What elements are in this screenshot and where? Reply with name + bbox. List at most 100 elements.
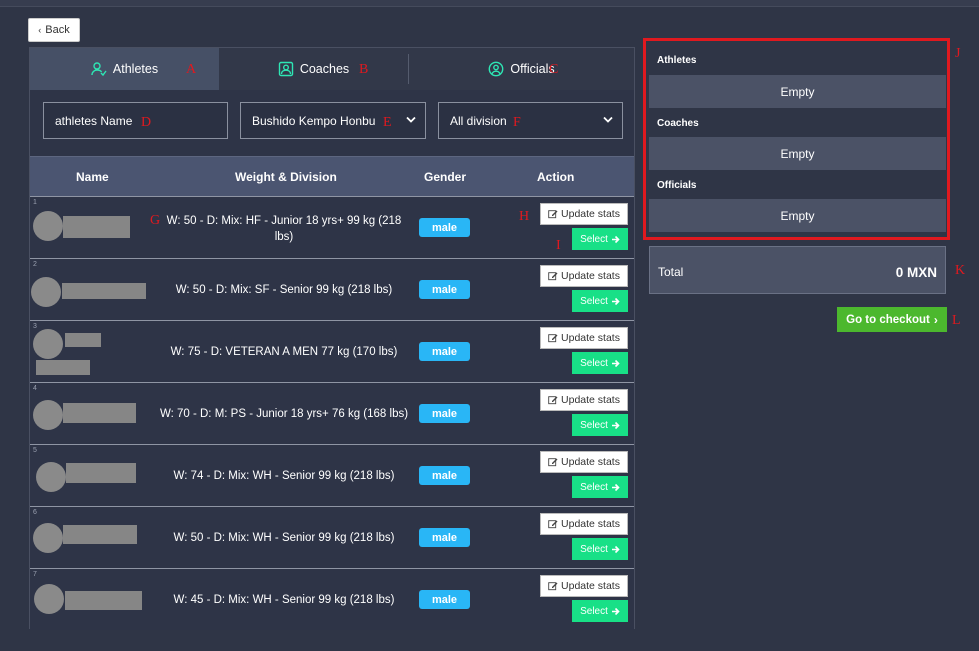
row-number: 3: [33, 323, 37, 330]
top-bar: [0, 0, 979, 7]
select-button[interactable]: Select: [572, 228, 628, 250]
tab-officials[interactable]: Officials: [409, 48, 634, 90]
weight-division-text: W: 75 - D: VETERAN A MEN 77 kg (170 lbs): [170, 346, 398, 358]
weight-division-text: W: 74 - D: Mix: WH - Senior 99 kg (218 l…: [173, 470, 395, 482]
weight-division-text: W: 50 - D: Mix: HF - Junior 18 yrs+ 99 k…: [166, 215, 402, 243]
avatar: [34, 584, 64, 614]
division-select[interactable]: All division: [438, 102, 623, 139]
table-row: 7 W: 45 - D: Mix: WH - Senior 99 kg (218 …: [30, 568, 634, 630]
annotation-g: G: [150, 213, 161, 228]
annotation-l: L: [952, 313, 961, 328]
avatar: [33, 523, 63, 553]
id-badge-icon: [278, 61, 294, 77]
edit-icon: [548, 582, 558, 591]
edit-icon: [548, 520, 558, 529]
participants-panel: Athletes Coaches Officials athletes Name…: [29, 47, 635, 630]
annotation-i: I: [556, 238, 561, 253]
table-row: 6 W: 50 - D: Mix: WH - Senior 99 kg (218 …: [30, 506, 634, 568]
redacted-name: [65, 591, 142, 610]
annotation-a: A: [186, 62, 197, 77]
table-row: 5 W: 74 - D: Mix: WH - Senior 99 kg (218 …: [30, 444, 634, 506]
annotation-d: D: [141, 115, 152, 130]
tab-officials-label: Officials: [510, 62, 555, 76]
select-label: Select: [580, 605, 608, 617]
select-button[interactable]: Select: [572, 290, 628, 312]
chevron-right-icon: ›: [933, 312, 938, 327]
select-label: Select: [580, 295, 608, 307]
table-row: 1 W: 50 - D: Mix: HF - Junior 18 yrs+ 99 …: [30, 196, 634, 258]
table-row: 3 W: 75 - D: VETERAN A MEN 77 kg (170 lbs…: [30, 320, 634, 382]
arrow-right-icon: [611, 297, 620, 305]
redacted-name: [66, 463, 136, 483]
header-action: Action: [537, 170, 575, 184]
header-weight-division: Weight & Division: [235, 170, 337, 184]
chevron-down-icon: [406, 116, 416, 123]
arrow-right-icon: [611, 359, 620, 367]
gender-badge: male: [419, 218, 470, 237]
update-stats-button[interactable]: Update stats: [540, 265, 628, 287]
annotation-j: J: [955, 46, 961, 61]
club-select-value: Bushido Kempo Honbu: [252, 113, 376, 128]
select-button[interactable]: Select: [572, 476, 628, 498]
update-stats-label: Update stats: [561, 208, 620, 220]
arrow-right-icon: [611, 483, 620, 491]
edit-icon: [548, 272, 558, 281]
row-number: 6: [33, 509, 37, 516]
annotation-e: E: [383, 115, 392, 130]
checkout-label: Go to checkout: [846, 313, 930, 326]
tab-coaches[interactable]: Coaches: [219, 48, 408, 90]
select-label: Select: [580, 419, 608, 431]
weight-division-text: W: 45 - D: Mix: WH - Senior 99 kg (218 l…: [173, 594, 395, 606]
row-number: 4: [33, 385, 37, 392]
total-value: 0 MXN: [895, 265, 937, 280]
gender-badge: male: [419, 342, 470, 361]
annotation-k: K: [955, 263, 966, 278]
athlete-name-input[interactable]: athletes Name: [43, 102, 228, 139]
update-stats-button[interactable]: Update stats: [540, 327, 628, 349]
table-row: 2 W: 50 - D: Mix: SF - Senior 99 kg (218 …: [30, 258, 634, 320]
arrow-right-icon: [611, 545, 620, 553]
avatar: [36, 462, 66, 492]
table-header: Name Weight & Division Gender Action: [30, 156, 634, 197]
back-button[interactable]: ‹ Back: [28, 18, 80, 42]
header-name: Name: [76, 170, 109, 184]
annotation-f: F: [513, 115, 521, 130]
redacted-name: [63, 403, 136, 423]
select-button[interactable]: Select: [572, 600, 628, 622]
redacted-name: [65, 333, 101, 347]
athlete-name-value: athletes Name: [55, 113, 133, 128]
select-button[interactable]: Select: [572, 538, 628, 560]
avatar: [31, 277, 61, 307]
back-label: Back: [45, 24, 70, 36]
update-stats-button[interactable]: Update stats: [540, 203, 628, 225]
avatar: [33, 400, 63, 430]
gender-badge: male: [419, 466, 470, 485]
select-label: Select: [580, 357, 608, 369]
weight-division-text: W: 50 - D: Mix: SF - Senior 99 kg (218 l…: [175, 284, 393, 296]
edit-icon: [548, 458, 558, 467]
annotation-highlight-frame: [643, 38, 950, 240]
update-stats-button[interactable]: Update stats: [540, 451, 628, 473]
user-circle-icon: [488, 61, 504, 77]
select-button[interactable]: Select: [572, 352, 628, 374]
select-label: Select: [580, 543, 608, 555]
select-button[interactable]: Select: [572, 414, 628, 436]
tab-athletes-label: Athletes: [112, 62, 159, 76]
arrow-right-icon: [611, 607, 620, 615]
header-gender: Gender: [424, 170, 467, 184]
update-stats-label: Update stats: [561, 456, 620, 468]
edit-icon: [548, 210, 558, 219]
filter-bar: athletes Name Bushido Kempo Honbu All di…: [30, 90, 634, 156]
avatar: [33, 329, 63, 359]
total-box: Total 0 MXN: [649, 246, 946, 294]
update-stats-button[interactable]: Update stats: [540, 389, 628, 411]
update-stats-label: Update stats: [561, 580, 620, 592]
gender-badge: male: [419, 280, 470, 299]
checkout-button[interactable]: Go to checkout ›: [837, 307, 947, 332]
update-stats-button[interactable]: Update stats: [540, 575, 628, 597]
redacted-name: [63, 216, 130, 238]
row-number: 7: [33, 571, 37, 578]
update-stats-button[interactable]: Update stats: [540, 513, 628, 535]
row-number: 5: [33, 447, 37, 454]
club-select[interactable]: Bushido Kempo Honbu: [240, 102, 426, 139]
